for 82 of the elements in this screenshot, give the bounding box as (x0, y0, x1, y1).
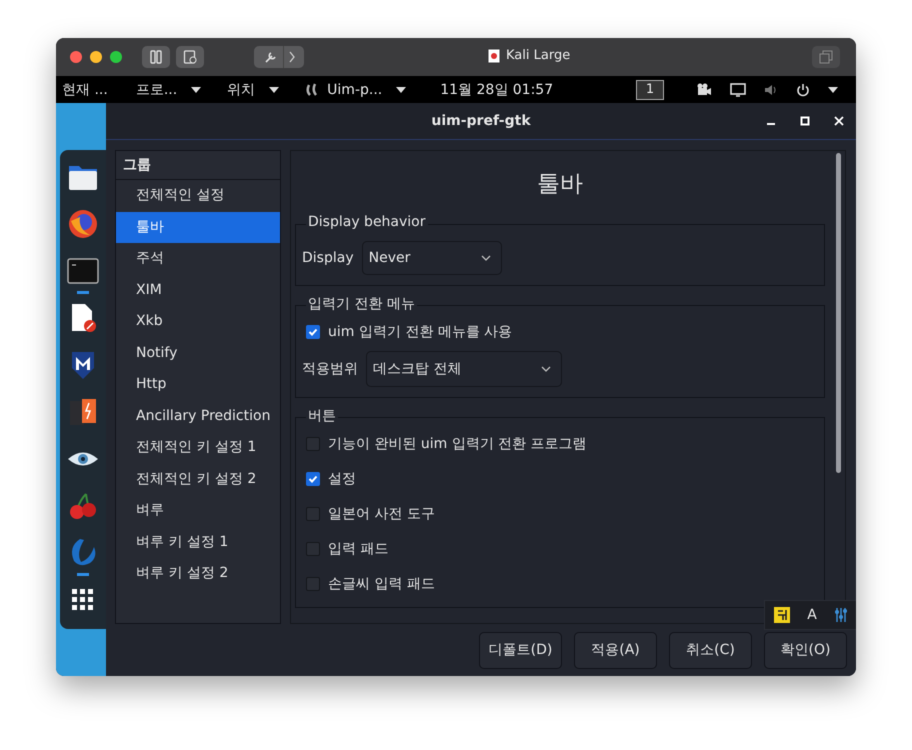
activities-menu[interactable]: 현재 ... (62, 80, 108, 98)
eye-icon[interactable] (67, 450, 99, 468)
dialog-button[interactable]: 디폴트(D) (479, 632, 562, 668)
group-item[interactable]: 툴바 (116, 212, 280, 243)
apps-grid-icon[interactable] (72, 589, 94, 611)
clock[interactable]: 11월 28일 01:57 (440, 80, 554, 98)
caret-icon[interactable] (828, 86, 838, 92)
dropdown[interactable]: 데스크탑 전체 (366, 351, 562, 387)
wrench-icon (262, 50, 278, 64)
checkbox-label[interactable]: 손글씨 입력 패드 (328, 574, 435, 592)
globe-icon[interactable] (68, 209, 98, 239)
checkbox[interactable] (306, 542, 320, 556)
settings-button[interactable] (254, 46, 304, 68)
dialog-button[interactable]: 확인(O) (764, 632, 847, 668)
window-title: Kali Large (506, 48, 570, 63)
field-label: Display (302, 250, 354, 266)
group-item[interactable]: Xkb (116, 306, 280, 338)
document-icon[interactable] (69, 303, 97, 333)
group-item[interactable]: 전체적인 키 설정 2 (116, 464, 280, 495)
checkbox-label[interactable]: 입력 패드 (328, 540, 388, 558)
display-icon[interactable] (730, 82, 746, 96)
zoom-button[interactable] (110, 51, 122, 63)
chevron-icon (480, 255, 491, 261)
group-item[interactable]: 전체적인 설정 (116, 180, 280, 212)
panel-menu[interactable]: 프로... (136, 80, 202, 98)
checkbox-label[interactable]: 설정 (328, 470, 356, 488)
chevron-icon (288, 51, 296, 63)
power-icon[interactable] (796, 82, 810, 96)
page-title: 툴바 (536, 170, 584, 199)
snapshot-button[interactable] (176, 46, 204, 68)
snapshot-icon (183, 50, 197, 64)
dialog-button[interactable]: 적용(A) (574, 632, 657, 668)
group-item[interactable]: 벼루 키 설정 2 (116, 558, 280, 590)
document-icon (488, 48, 500, 62)
panel-menu[interactable]: 위치 (227, 80, 280, 98)
pause-button[interactable] (142, 46, 170, 68)
chevron-icon (541, 366, 551, 372)
volume-icon[interactable] (764, 82, 778, 96)
checkbox[interactable] (306, 506, 320, 520)
pause-icon (149, 50, 163, 64)
caret-icon (191, 86, 202, 92)
group-item[interactable]: 벼루 키 설정 1 (116, 526, 280, 558)
group-item[interactable]: Ancillary Prediction (116, 400, 280, 432)
app-title: uim-pref-gtk (431, 113, 531, 129)
terminal-icon[interactable] (67, 258, 99, 284)
scrollbar-thumb[interactable] (836, 153, 841, 473)
column-header[interactable]: 그룹 (116, 151, 280, 180)
group-item[interactable]: 전체적인 키 설정 1 (116, 432, 280, 464)
checkbox[interactable] (306, 576, 320, 590)
shield-icon[interactable] (70, 350, 96, 380)
checkbox-label[interactable]: 일본어 사전 도구 (328, 504, 435, 522)
dropdown[interactable]: Never (362, 241, 502, 275)
cherry-icon[interactable] (68, 492, 98, 520)
section-legend: 입력기 전환 메뉴 (306, 295, 417, 313)
panel-menu[interactable]: Uim-p... (305, 82, 406, 98)
close-icon[interactable] (834, 116, 844, 126)
workspace-indicator[interactable]: 1 (636, 80, 664, 100)
caret-icon (396, 86, 406, 92)
checkbox[interactable] (306, 436, 320, 450)
dialog-button[interactable]: 취소(C) (669, 632, 752, 668)
group-item[interactable]: 주석 (116, 243, 280, 274)
checkbox-label[interactable]: 기능이 완비된 uim 입력기 전환 프로그램 (328, 434, 587, 452)
windows-icon (819, 50, 833, 64)
box-icon[interactable] (69, 397, 97, 427)
group-item[interactable]: XIM (116, 274, 280, 306)
fullscreen-button[interactable] (812, 46, 840, 68)
group-item[interactable]: Notify (116, 338, 280, 369)
section-legend: Display behavior (306, 214, 428, 230)
checkbox[interactable] (306, 324, 320, 338)
section-legend: 버튼 (306, 407, 338, 425)
field-label: 적용범위 (302, 360, 358, 378)
input-mode-indicator[interactable]: A (807, 607, 817, 623)
group-item[interactable]: Http (116, 369, 280, 400)
maximize-icon[interactable] (800, 116, 810, 126)
checkbox-label[interactable]: uim 입력기 전환 메뉴를 사용 (328, 322, 512, 340)
close-button[interactable] (70, 51, 82, 63)
minimize-button[interactable] (90, 51, 102, 63)
hangul-icon[interactable] (774, 607, 790, 623)
caret-icon (269, 86, 280, 92)
checkbox[interactable] (306, 472, 320, 486)
sliders-icon[interactable] (834, 607, 848, 623)
group-item[interactable]: 벼루 (116, 495, 280, 526)
